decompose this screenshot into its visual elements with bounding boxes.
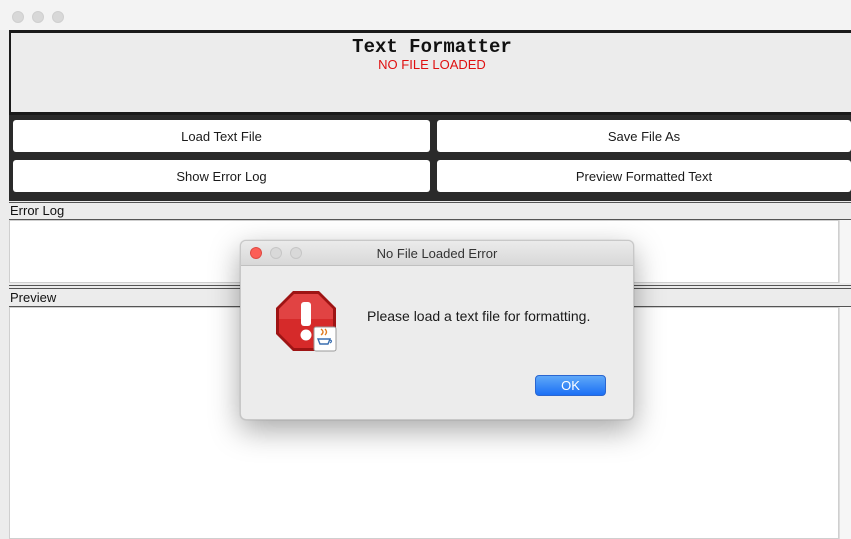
error-log-scrollbar[interactable] <box>839 220 851 283</box>
preview-scrollbar[interactable] <box>839 307 851 539</box>
button-grid: Load Text File Save File As Show Error L… <box>9 115 851 201</box>
show-error-log-button[interactable]: Show Error Log <box>13 160 430 192</box>
error-dialog: No File Loaded Error Please load a text … <box>240 240 634 420</box>
load-text-file-button[interactable]: Load Text File <box>13 120 430 152</box>
window-titlebar <box>0 0 851 30</box>
file-status-label: NO FILE LOADED <box>378 57 486 72</box>
save-file-as-button[interactable]: Save File As <box>437 120 851 152</box>
dialog-title: No File Loaded Error <box>376 246 498 261</box>
app-window: Text Formatter NO FILE LOADED Load Text … <box>0 0 851 539</box>
error-stop-icon <box>276 291 337 352</box>
dialog-titlebar: No File Loaded Error <box>241 241 633 266</box>
preview-formatted-text-button[interactable]: Preview Formatted Text <box>437 160 851 192</box>
app-title: Text Formatter <box>352 36 512 58</box>
ok-button[interactable]: OK <box>535 375 606 396</box>
header-panel: Text Formatter NO FILE LOADED <box>9 30 851 115</box>
dialog-message: Please load a text file for formatting. <box>367 308 591 324</box>
window-close-button[interactable] <box>12 11 24 23</box>
error-log-heading: Error Log <box>10 203 65 218</box>
window-zoom-button[interactable] <box>52 11 64 23</box>
preview-heading: Preview <box>10 290 57 305</box>
window-minimize-button[interactable] <box>32 11 44 23</box>
divider <box>9 202 851 203</box>
